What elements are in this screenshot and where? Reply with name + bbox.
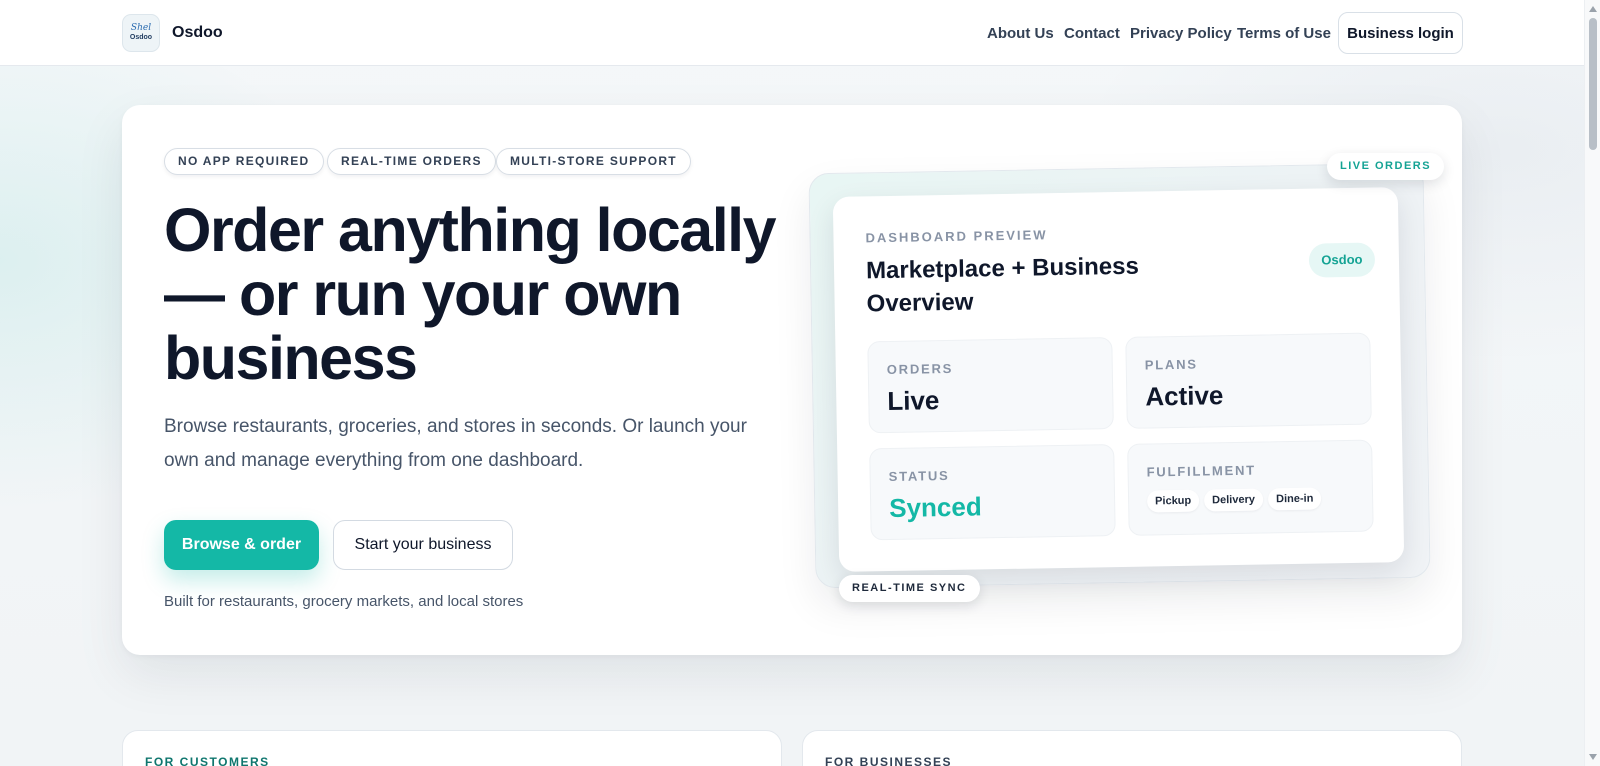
scroll-down-arrow-icon[interactable] — [1589, 754, 1597, 760]
dashboard-preview: DASHBOARD PREVIEW Marketplace + Business… — [808, 162, 1431, 593]
dashboard-card: DASHBOARD PREVIEW Marketplace + Business… — [832, 187, 1405, 572]
tile-plans: PLANS Active — [1125, 332, 1372, 429]
brand-name[interactable]: Osdoo — [172, 24, 223, 42]
for-businesses-label: FOR BUSINESSES — [825, 755, 953, 766]
hero-card: NO APP REQUIRED REAL-TIME ORDERS MULTI-S… — [122, 105, 1462, 655]
tile-orders-value: Live — [887, 385, 940, 417]
tile-orders-label: ORDERS — [886, 360, 954, 378]
browse-order-button[interactable]: Browse & order — [164, 520, 319, 570]
tile-plans-value: Active — [1145, 380, 1224, 412]
hero-headline: Order anything locally — or run your own… — [164, 196, 777, 392]
for-customers-label: FOR CUSTOMERS — [145, 755, 270, 766]
real-time-sync-pill: REAL-TIME SYNC — [839, 575, 980, 602]
dashboard-eyebrow: DASHBOARD PREVIEW — [865, 227, 1048, 246]
tag-no-app-required: NO APP REQUIRED — [164, 148, 324, 175]
dashboard-brand-badge: Osdoo — [1308, 242, 1376, 278]
tile-status: STATUS Synced — [869, 444, 1116, 541]
built-for-text: Built for restaurants, grocery markets, … — [164, 593, 524, 610]
tag-multi-store-support: MULTI-STORE SUPPORT — [496, 148, 691, 175]
tile-orders: ORDERS Live — [867, 337, 1114, 434]
nav-link-terms-of-use[interactable]: Terms of Use — [1237, 25, 1331, 42]
top-navbar: Shel Osdoo Osdoo About Us Contact Privac… — [0, 0, 1584, 66]
for-businesses-card: FOR BUSINESSES — [802, 730, 1462, 766]
hero-subtext: Browse restaurants, groceries, and store… — [164, 416, 747, 471]
logo-script-text: Shel — [130, 23, 152, 33]
live-orders-pill: LIVE ORDERS — [1327, 153, 1445, 180]
tag-real-time-orders: REAL-TIME ORDERS — [327, 148, 496, 175]
chip-pickup: Pickup — [1146, 489, 1200, 513]
scroll-up-arrow-icon[interactable] — [1589, 6, 1597, 12]
for-customers-card: FOR CUSTOMERS — [122, 730, 782, 766]
logo-small-text: Osdoo — [129, 34, 153, 41]
chip-delivery: Delivery — [1203, 488, 1264, 512]
osdoo-logo-icon[interactable]: Shel Osdoo — [122, 14, 160, 52]
tile-status-label: STATUS — [888, 467, 950, 485]
tile-fulfillment: FULFILLMENT Pickup Delivery Dine-in — [1127, 439, 1374, 536]
scrollbar-thumb[interactable] — [1589, 18, 1597, 150]
business-login-button[interactable]: Business login — [1338, 12, 1463, 54]
tile-fulfillment-label: FULFILLMENT — [1146, 462, 1257, 480]
dashboard-title: Marketplace + Business Overview — [865, 252, 1140, 318]
nav-link-contact[interactable]: Contact — [1064, 25, 1120, 42]
tile-plans-label: PLANS — [1144, 356, 1198, 373]
tile-status-value: Synced — [888, 491, 982, 524]
nav-link-privacy-policy[interactable]: Privacy Policy — [1130, 25, 1232, 42]
nav-link-about-us[interactable]: About Us — [987, 25, 1054, 42]
start-business-button[interactable]: Start your business — [333, 520, 513, 570]
chip-dine-in: Dine-in — [1267, 487, 1322, 511]
vertical-scrollbar[interactable] — [1584, 0, 1600, 766]
